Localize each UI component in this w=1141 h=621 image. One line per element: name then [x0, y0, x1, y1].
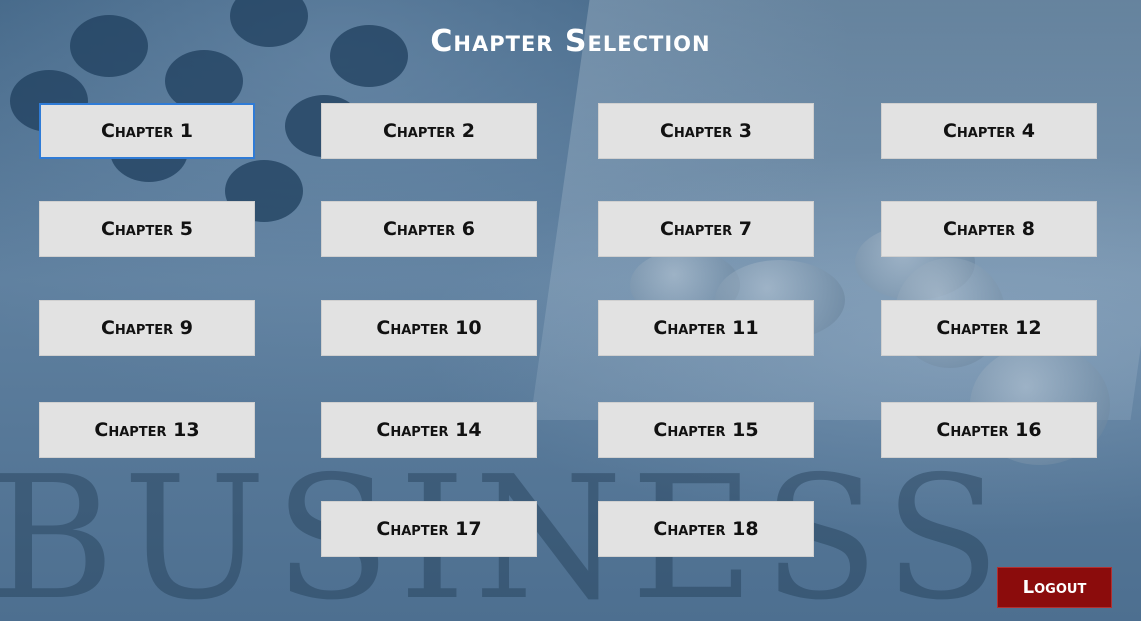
chapter-10-button[interactable]: Chapter 10	[321, 300, 537, 356]
chapter-9-button[interactable]: Chapter 9	[39, 300, 255, 356]
chapter-8-button[interactable]: Chapter 8	[881, 201, 1097, 257]
chapter-3-button[interactable]: Chapter 3	[598, 103, 814, 159]
chapter-17-button[interactable]: Chapter 17	[321, 501, 537, 557]
chapter-7-button[interactable]: Chapter 7	[598, 201, 814, 257]
chapter-13-button[interactable]: Chapter 13	[39, 402, 255, 458]
chapter-12-button[interactable]: Chapter 12	[881, 300, 1097, 356]
logout-button[interactable]: Logout	[997, 567, 1112, 608]
chapter-1-button[interactable]: Chapter 1	[39, 103, 255, 159]
page-title: Chapter Selection	[430, 24, 711, 59]
chapter-2-button[interactable]: Chapter 2	[321, 103, 537, 159]
chapter-5-button[interactable]: Chapter 5	[39, 201, 255, 257]
chapter-18-button[interactable]: Chapter 18	[598, 501, 814, 557]
chapter-16-button[interactable]: Chapter 16	[881, 402, 1097, 458]
chapter-14-button[interactable]: Chapter 14	[321, 402, 537, 458]
chapter-4-button[interactable]: Chapter 4	[881, 103, 1097, 159]
chapter-11-button[interactable]: Chapter 11	[598, 300, 814, 356]
chapter-15-button[interactable]: Chapter 15	[598, 402, 814, 458]
chapter-6-button[interactable]: Chapter 6	[321, 201, 537, 257]
